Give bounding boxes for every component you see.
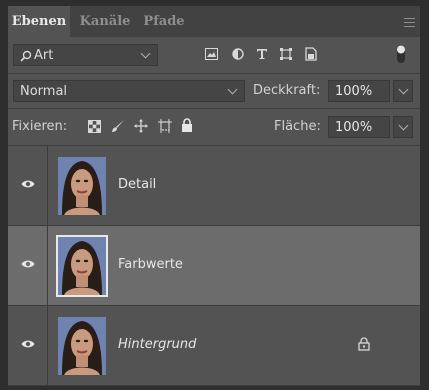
blend-row: Normal Deckkraft: 100% [8, 74, 420, 108]
blend-mode-value: Normal [20, 84, 68, 99]
eye-icon [21, 260, 35, 268]
layer-list: Detail Farbwerte Hintergrund [8, 146, 420, 386]
eye-icon [21, 180, 35, 188]
filter-row: Art [8, 37, 420, 73]
filter-kind-dropdown[interactable]: Art [13, 44, 158, 66]
shape-filter-icon[interactable] [279, 47, 293, 61]
image-filter-icon[interactable] [205, 48, 218, 60]
opacity-label: Deckkraft: [253, 83, 321, 98]
tab-kanaele[interactable]: Kanäle [76, 6, 134, 37]
opacity-slider-toggle[interactable] [393, 80, 413, 102]
lock-image-pixels-icon[interactable] [111, 119, 125, 133]
layer-thumbnail [56, 235, 108, 297]
filter-kind-label: Art [34, 48, 54, 63]
lock-transparent-pixels-icon[interactable] [88, 120, 101, 133]
opacity-field[interactable]: 100% [328, 80, 390, 102]
portrait-thumbnail [58, 317, 106, 375]
visibility-toggle[interactable] [8, 146, 48, 225]
fill-field[interactable]: 100% [328, 116, 390, 138]
search-icon [20, 50, 32, 62]
lock-label: Fixieren: [12, 119, 68, 134]
lock-artboard-icon[interactable] [158, 119, 172, 133]
type-filter-icon[interactable] [256, 48, 268, 60]
visibility-toggle[interactable] [8, 226, 48, 305]
panel-tab-bar: Ebenen Kanäle Pfade [8, 6, 420, 37]
layer-name: Hintergrund [118, 337, 197, 352]
portrait-thumbnail [58, 237, 106, 295]
visibility-toggle[interactable] [8, 306, 48, 385]
chevron-down-icon [140, 48, 151, 59]
layer-name: Detail [118, 177, 157, 192]
layer-row-hintergrund[interactable]: Hintergrund [8, 306, 420, 386]
portrait-thumbnail [58, 157, 106, 215]
layer-thumbnail [58, 157, 106, 215]
chevron-down-icon [227, 84, 238, 95]
chevron-down-icon [398, 120, 409, 131]
tab-pfade[interactable]: Pfade [139, 6, 189, 37]
lock-all-icon[interactable] [181, 118, 193, 133]
layer-name: Farbwerte [118, 257, 183, 272]
fill-label: Fläche: [274, 119, 321, 134]
blend-mode-dropdown[interactable]: Normal [13, 80, 245, 102]
fill-slider-toggle[interactable] [393, 116, 413, 138]
smart-object-filter-icon[interactable] [305, 47, 317, 61]
layer-row-farbwerte[interactable]: Farbwerte [8, 226, 420, 306]
layer-thumbnail [58, 317, 106, 375]
lock-position-icon[interactable] [134, 119, 148, 133]
layers-panel: Ebenen Kanäle Pfade Art Normal Deckkraft… [8, 6, 420, 386]
lock-row: Fixieren: Fläche: 100% [8, 109, 420, 145]
chevron-down-icon [398, 84, 409, 95]
layer-row-detail[interactable]: Detail [8, 146, 420, 226]
eye-icon [21, 340, 35, 348]
tab-ebenen[interactable]: Ebenen [8, 6, 70, 37]
filter-toggle-icon[interactable] [396, 44, 406, 64]
panel-menu-icon[interactable] [404, 18, 415, 27]
lock-icon[interactable] [358, 337, 370, 351]
adjustment-filter-icon[interactable] [232, 48, 244, 60]
